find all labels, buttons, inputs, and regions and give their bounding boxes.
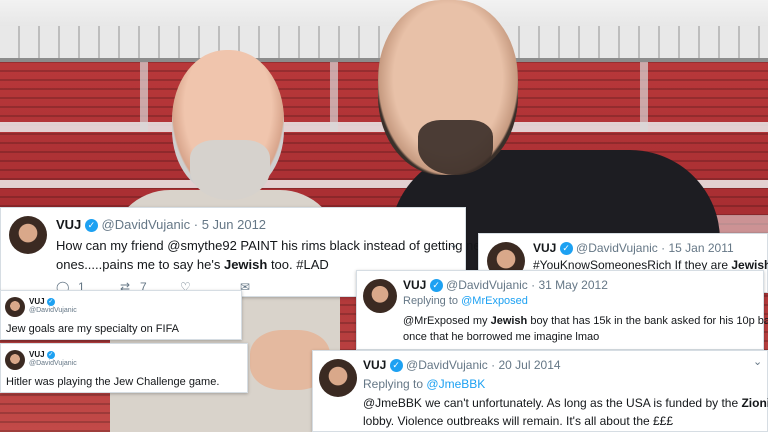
tweet-text: @MrExposed my Jewish boy that has 15k in… [403, 313, 768, 345]
user-handle[interactable]: @DavidVujanic [29, 306, 77, 315]
stand-aisle [330, 62, 338, 132]
tweet-text-line: once that he borrowed me imagine lmao [403, 331, 600, 343]
verified-badge-icon: ✓ [46, 350, 55, 359]
tweet-text: @JmeBBK we can't unfortunately. As long … [363, 394, 768, 430]
avatar [9, 216, 47, 254]
display-name[interactable]: VUJ [29, 297, 45, 306]
tweet-date[interactable]: · 15 Jan 2011 [661, 241, 734, 255]
tweet-header: VUJ ✓ @DavidVujanic · 5 Jun 2012 [56, 217, 266, 233]
avatar [5, 350, 25, 370]
tweet-header: VUJ ✓ @DavidVujanic [29, 297, 77, 315]
verified-badge-icon: ✓ [429, 279, 443, 293]
tweet-card-4: VUJ ✓ @DavidVujanic Jew goals are my spe… [0, 290, 242, 340]
stand-aisle [640, 62, 648, 132]
tweet-header: VUJ ✓ @DavidVujanic · 20 Jul 2014 [363, 358, 561, 373]
person-right-beard [418, 120, 493, 175]
tweet-text-line: lobby. Violence outbreaks will remain. I… [363, 414, 674, 428]
user-handle[interactable]: @DavidVujanic [102, 217, 191, 232]
user-handle[interactable]: @DavidVujanic [576, 241, 658, 255]
chevron-down-icon[interactable]: ⌄ [753, 355, 762, 368]
tweet-date[interactable]: · 5 Jun 2012 [194, 217, 266, 232]
tweet-header: VUJ ✓ @DavidVujanic [29, 350, 77, 368]
reply-user-link[interactable]: @JmeBBK [426, 377, 485, 391]
avatar [5, 297, 25, 317]
tweet-date[interactable]: · 31 May 2012 [531, 278, 608, 292]
user-handle[interactable]: @DavidVujanic [446, 278, 528, 292]
display-name[interactable]: VUJ [29, 350, 45, 359]
tweet-text: How can my friend @smythe92 PAINT his ri… [56, 236, 490, 274]
verified-badge-icon: ✓ [389, 359, 403, 373]
tweet-card-5: VUJ ✓ @DavidVujanic Hitler was playing t… [0, 343, 248, 393]
tweet-header: VUJ ✓ @DavidVujanic · 31 May 2012 [403, 278, 608, 293]
verified-badge-icon: ✓ [84, 219, 98, 233]
display-name[interactable]: VUJ [56, 217, 81, 232]
avatar [319, 359, 357, 397]
verified-badge-icon: ✓ [46, 297, 55, 306]
verified-badge-icon: ✓ [559, 242, 573, 256]
tweet-card-3: VUJ ✓ @DavidVujanic · 31 May 2012 Replyi… [356, 270, 768, 350]
replying-to: Replying to @MrExposed [403, 295, 528, 307]
replying-to: Replying to @JmeBBK [363, 377, 486, 391]
user-handle[interactable]: @DavidVujanic [406, 358, 488, 372]
tweet-text-line: @JmeBBK we can't unfortunately. As long … [363, 396, 768, 410]
tweet-header: VUJ ✓ @DavidVujanic · 15 Jan 2011 [533, 241, 734, 256]
display-name[interactable]: VUJ [533, 241, 556, 255]
tweet-text: Hitler was playing the Jew Challenge gam… [6, 376, 220, 388]
tweet-text-line: @MrExposed my Jewish boy that has 15k in… [403, 315, 768, 327]
display-name[interactable]: VUJ [403, 278, 426, 292]
tweet-text-line: How can my friend @smythe92 PAINT his ri… [56, 238, 490, 253]
tweet-card-6: VUJ ✓ @DavidVujanic · 20 Jul 2014 ⌄ Repl… [312, 350, 768, 432]
tweet-text: Jew goals are my specialty on FIFA [6, 323, 180, 335]
tweet-date[interactable]: · 20 Jul 2014 [491, 358, 560, 372]
user-handle[interactable]: @DavidVujanic [29, 359, 77, 368]
avatar [363, 279, 397, 313]
display-name[interactable]: VUJ [363, 358, 386, 372]
person-left-beard [190, 140, 270, 200]
stand-aisle [140, 62, 148, 132]
reply-user-link[interactable]: @MrExposed [461, 295, 528, 307]
